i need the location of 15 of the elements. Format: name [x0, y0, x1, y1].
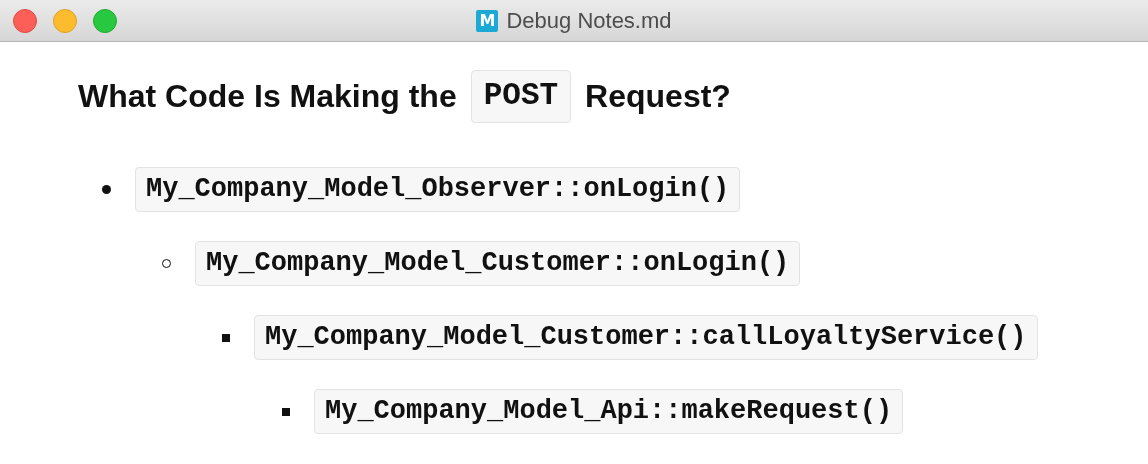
heading-text: Request?	[585, 77, 731, 117]
bullet-icon	[222, 333, 230, 342]
bullet-icon	[282, 407, 290, 416]
zoom-button[interactable]	[93, 9, 117, 33]
inline-code: My_Company_Model_Api::makeRequest()	[314, 389, 904, 434]
inline-code: POST	[470, 70, 572, 123]
minimize-button[interactable]	[53, 9, 77, 33]
bullet-icon	[102, 185, 111, 194]
app-icon: M	[476, 9, 499, 32]
inline-code: My_Company_Model_Customer::onLogin()	[195, 241, 801, 286]
inline-code: My_Company_Model_Observer::onLogin()	[135, 167, 741, 212]
heading-text: What Code Is Making the	[78, 77, 457, 117]
window-title: Debug Notes.md	[506, 7, 672, 35]
inline-code: My_Company_Model_Customer::callLoyaltyService()	[254, 315, 1038, 360]
close-button[interactable]	[13, 9, 37, 33]
